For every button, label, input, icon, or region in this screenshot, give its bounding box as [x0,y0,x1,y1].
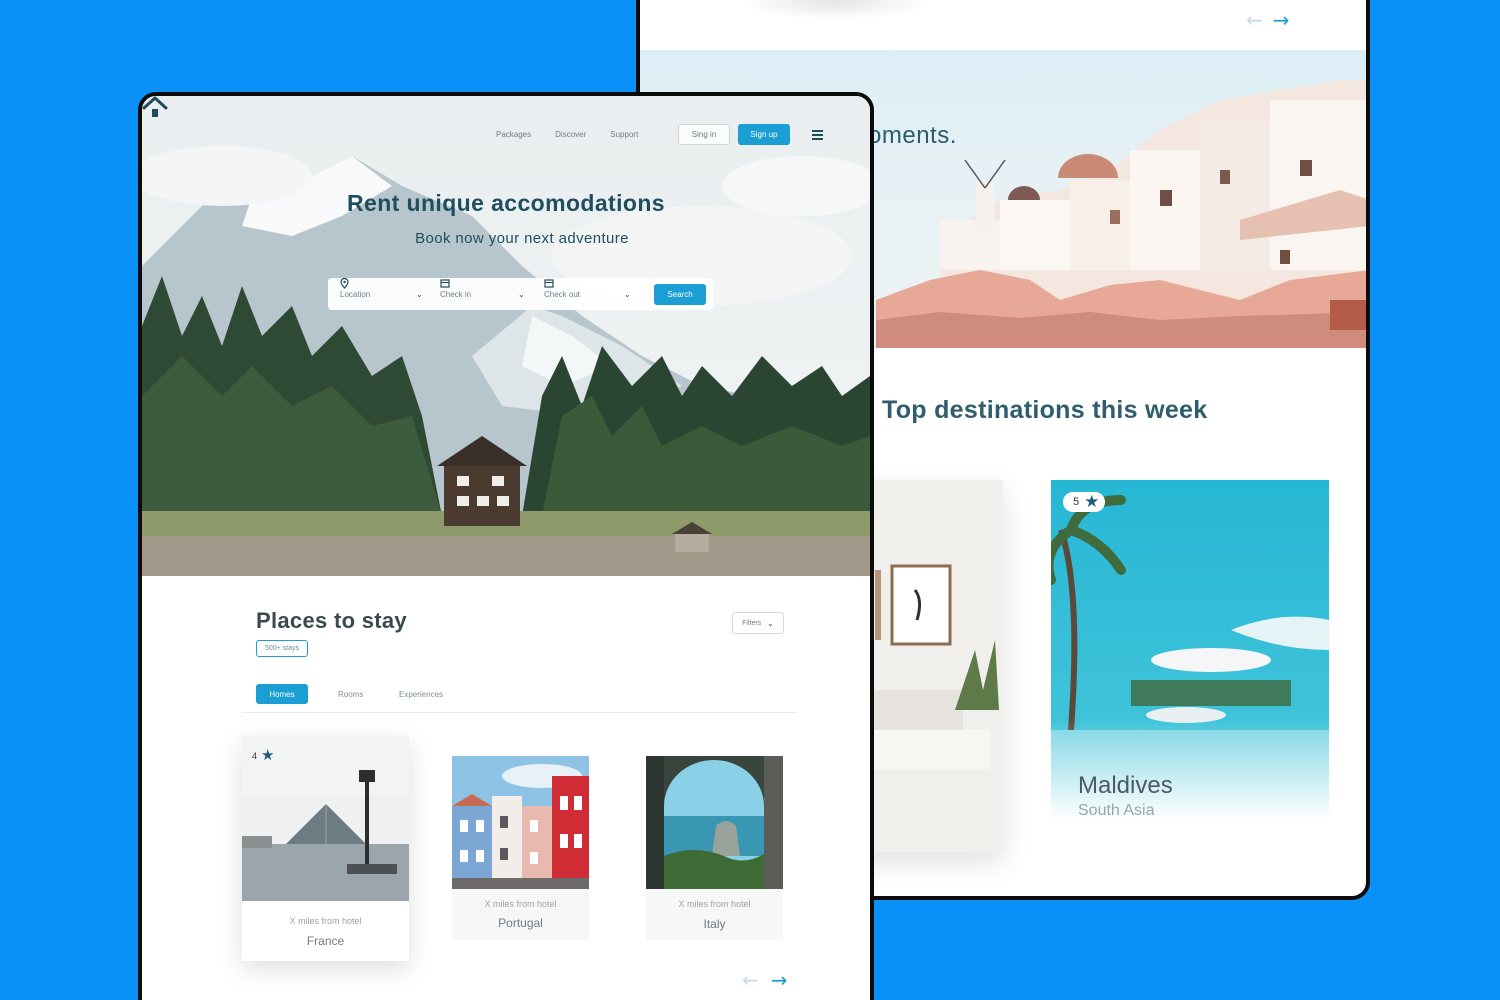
mountain-landscape-photo [142,96,870,576]
chevron-down-icon: ⌄ [767,618,774,628]
check-out-field[interactable]: Check out ⌄ [544,278,636,310]
chevron-down-icon: ⌄ [416,289,423,299]
stay-card-portugal[interactable]: X miles from hotel Portugal [452,756,589,940]
search-button[interactable]: Search [654,284,706,305]
arrow-right-icon[interactable]: → [1273,10,1290,30]
nav-discover[interactable]: Discover [555,130,586,139]
arrow-right-icon[interactable]: → [771,970,788,990]
hero-section: Packages Discover Support Sing in Sign u… [142,96,870,576]
stays-count-badge: 500+ stays [256,640,308,657]
chevron-down-icon: ⌄ [624,289,631,299]
arrow-left-icon[interactable]: ← [742,970,759,990]
card-country: Portugal [498,916,543,930]
banner-headline: oments. [868,122,957,149]
map-pin-icon [340,278,349,289]
calendar-icon [544,279,554,288]
check-in-label: Check in [440,289,472,299]
card-distance: X miles from hotel [678,899,751,909]
carousel-arrows: ← → [1246,10,1290,30]
check-out-label: Check out [544,289,581,299]
location-label: Location [340,289,371,299]
arrow-left-icon[interactable]: ← [1246,10,1263,30]
places-title: Places to stay [256,608,407,633]
italy-arch-photo [646,756,783,889]
filters-button[interactable]: Filters ⌄ [732,612,784,634]
carousel-arrows: ← → [742,970,788,990]
main-nav: Packages Discover Support [496,130,638,139]
chevron-down-icon: ⌄ [518,289,525,299]
tabs-divider [242,712,797,713]
star-icon: ★ [261,746,275,764]
tab-homes[interactable]: Homes [256,684,308,704]
nav-packages[interactable]: Packages [496,130,531,139]
stay-card-italy[interactable]: X miles from hotel Italy [646,756,783,940]
stay-card-france[interactable]: 4 ★ X miles from hotel France [242,736,409,961]
card-country: Italy [703,917,726,931]
hero-subtitle: Book now your next adventure [415,230,629,247]
rating-badge: 4 ★ [252,748,274,763]
tab-experiences[interactable]: Experiences [399,690,443,699]
home-logo-icon[interactable] [142,96,168,120]
hero-title: Rent unique accomodations [347,190,665,216]
section-title: Top destinations this week [882,396,1208,424]
check-in-field[interactable]: Check in ⌄ [440,278,530,310]
destination-name: Maldives [1078,772,1173,799]
card-distance: X miles from hotel [484,899,557,909]
card-distance: X miles from hotel [289,916,362,926]
destination-region: South Asia [1078,802,1155,819]
portugal-houses-photo [452,756,589,889]
hamburger-menu-icon[interactable] [812,130,823,142]
card-shadow [740,0,930,20]
tab-rooms[interactable]: Rooms [338,690,363,699]
calendar-icon [440,279,450,288]
sign-up-button[interactable]: Sign up [738,124,790,145]
card-country: France [306,934,345,948]
rating-value: 5 [1073,496,1080,508]
maldives-photo [1051,480,1329,820]
front-screen: Packages Discover Support Sing in Sign u… [138,92,874,1000]
sign-in-button[interactable]: Sing in [678,124,730,145]
destination-card-maldives[interactable]: 5 ★ [1051,480,1329,820]
rating-badge: 5 ★ [1063,491,1106,512]
rating-value: 4 [252,750,258,761]
star-icon: ★ [1084,491,1100,512]
nav-support[interactable]: Support [610,130,638,139]
filters-label: Filters [742,619,762,627]
location-field[interactable]: Location ⌄ [340,278,438,310]
